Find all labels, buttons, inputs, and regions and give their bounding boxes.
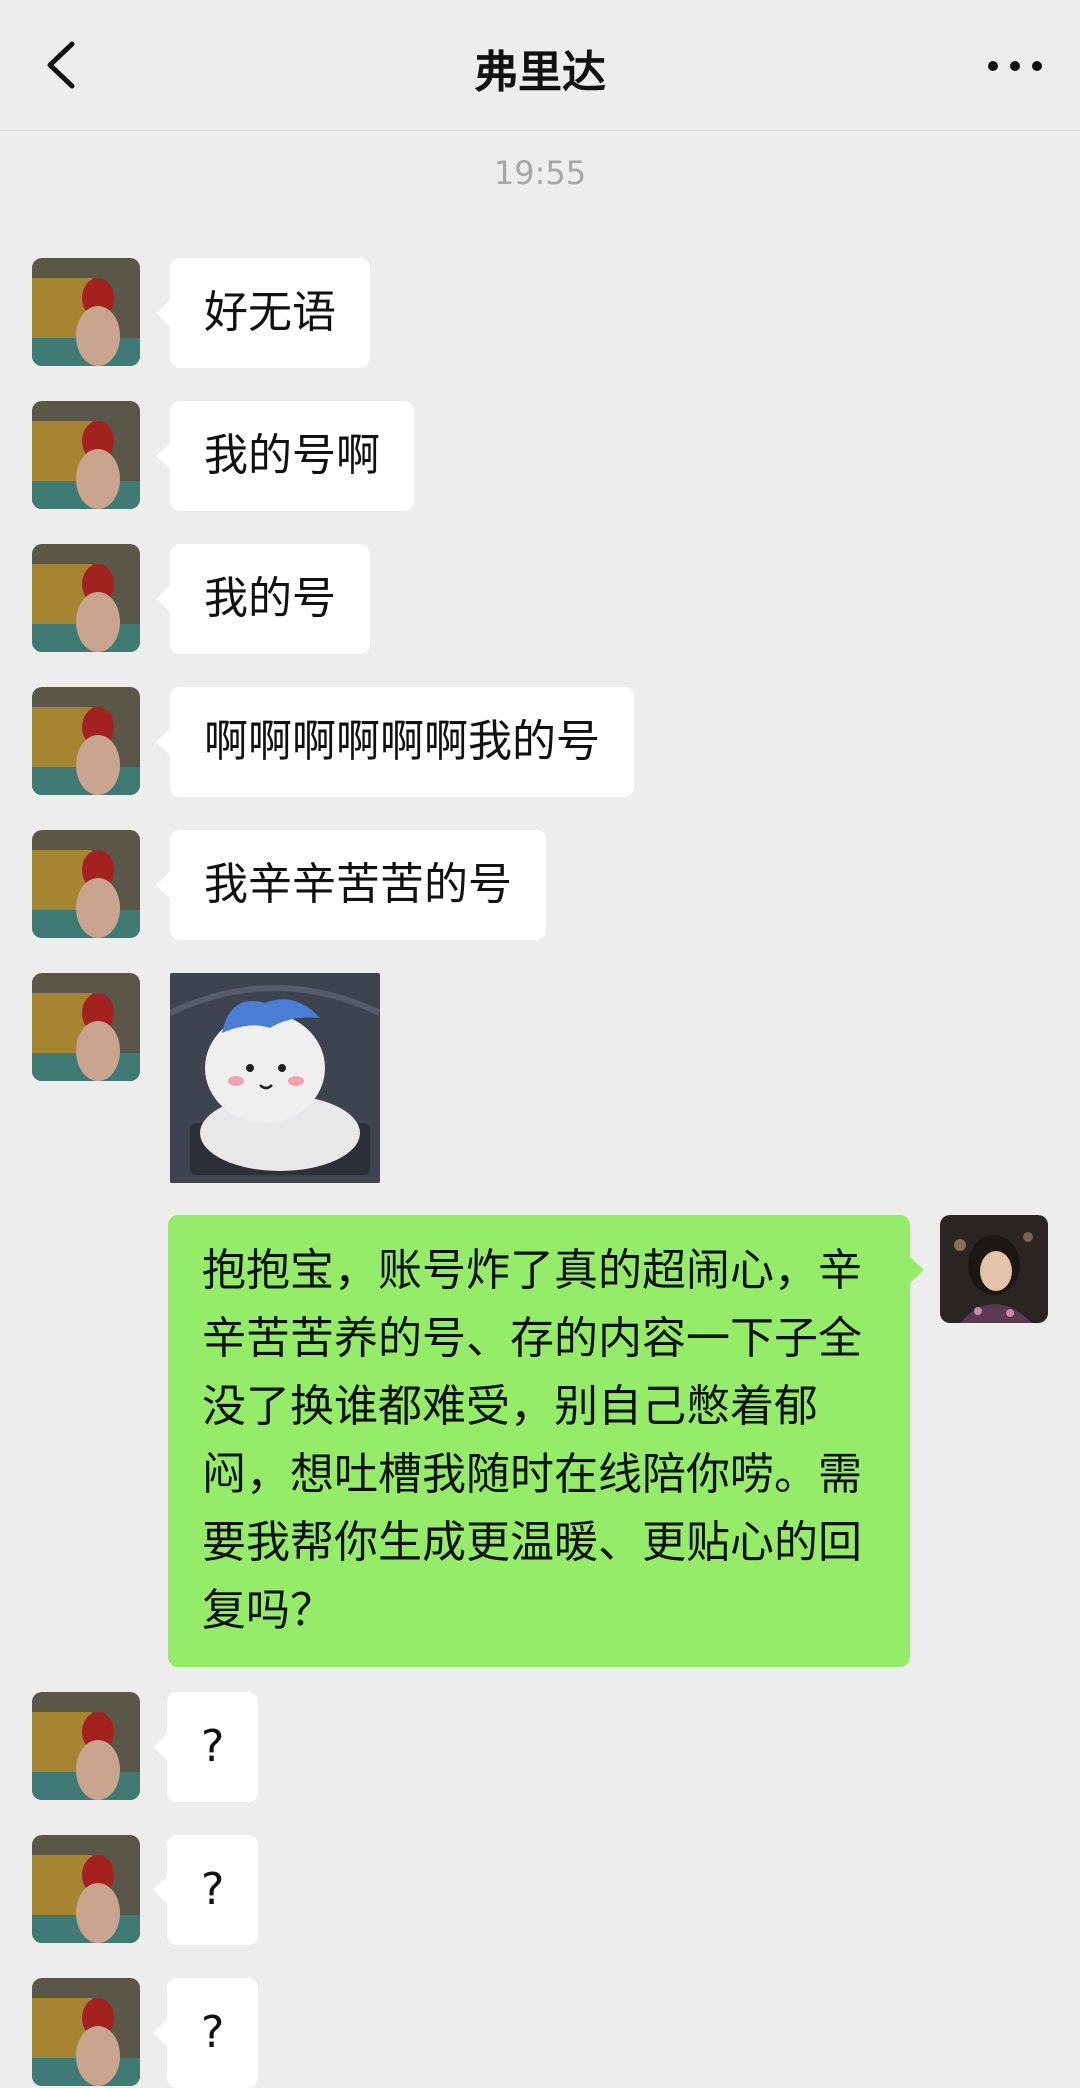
contact-avatar[interactable] bbox=[32, 544, 140, 652]
message-bubble[interactable]: 我的号啊 bbox=[156, 401, 414, 511]
chat-title: 弗里达 bbox=[474, 47, 606, 98]
message-bubble-outgoing[interactable]: 抱抱宝，账号炸了真的超闹心，辛辛苦苦养的号、存的内容一下子全没了换谁都难受，别自… bbox=[168, 1215, 924, 1667]
contact-avatar[interactable] bbox=[32, 258, 140, 366]
contact-avatar[interactable] bbox=[32, 973, 140, 1081]
contact-avatar[interactable] bbox=[32, 401, 140, 509]
sad-cat-sticker[interactable] bbox=[170, 973, 380, 1183]
contact-avatar[interactable] bbox=[32, 1692, 140, 1800]
message-bubble[interactable]: ? bbox=[152, 1692, 259, 1802]
message-bubble[interactable]: ? bbox=[152, 1835, 259, 1945]
chat-header: 弗里达 bbox=[0, 0, 1080, 131]
message-bubble[interactable]: ? bbox=[152, 1978, 259, 2088]
contact-avatar[interactable] bbox=[32, 830, 140, 938]
more-button[interactable] bbox=[980, 38, 1050, 94]
message-timestamp: 19:55 bbox=[493, 154, 587, 192]
contact-avatar[interactable] bbox=[32, 1978, 140, 2086]
more-horizontal-icon bbox=[988, 61, 1042, 71]
message-bubble[interactable]: 我辛辛苦苦的号 bbox=[156, 830, 546, 940]
message-bubble[interactable]: 好无语 bbox=[156, 258, 370, 368]
contact-avatar[interactable] bbox=[32, 687, 140, 795]
contact-avatar[interactable] bbox=[32, 1835, 140, 1943]
my-avatar[interactable] bbox=[940, 1215, 1048, 1323]
message-bubble[interactable]: 我的号 bbox=[156, 544, 370, 654]
message-bubble[interactable]: 啊啊啊啊啊啊我的号 bbox=[156, 687, 634, 797]
